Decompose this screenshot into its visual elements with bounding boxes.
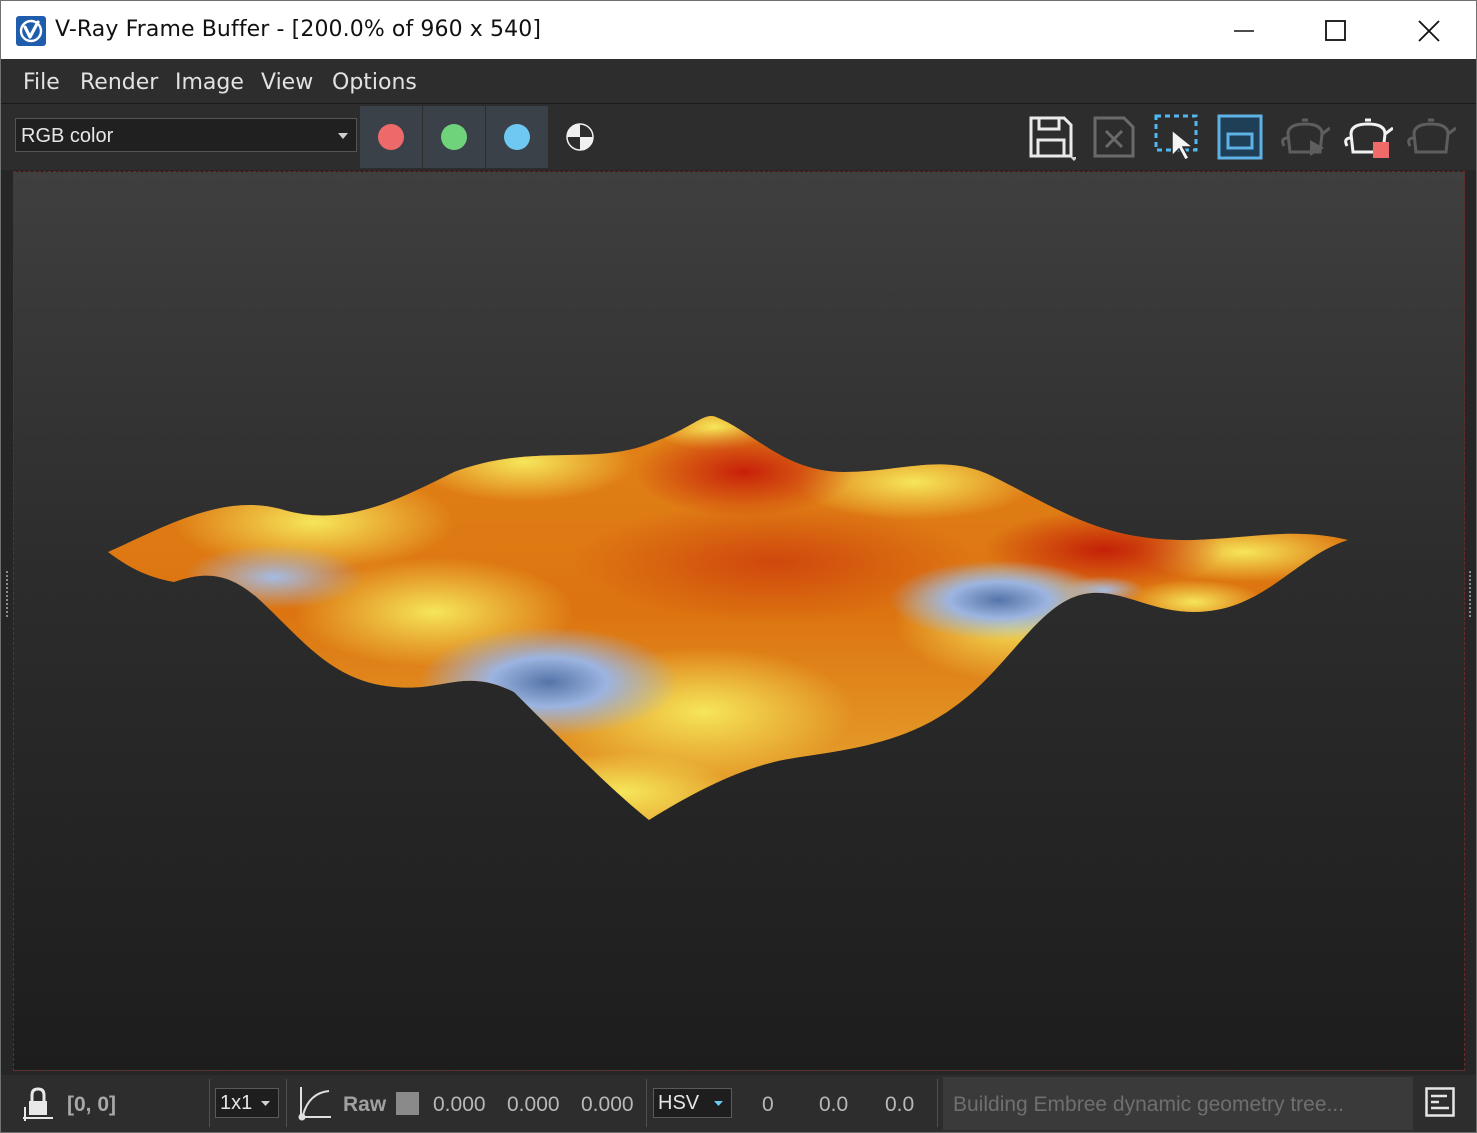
color-swatch <box>396 1092 419 1115</box>
minimize-button[interactable] <box>1199 1 1289 59</box>
show-image-icon[interactable] <box>1215 112 1265 162</box>
green-dot-icon <box>441 124 467 150</box>
sample-size-value: 1x1 <box>220 1092 253 1114</box>
close-icon <box>1418 20 1440 42</box>
blue-channel-button[interactable] <box>486 106 548 168</box>
separator <box>646 1079 647 1127</box>
green-value: 0.000 <box>507 1093 560 1116</box>
blue-value: 0.000 <box>581 1093 634 1116</box>
maximize-button[interactable] <box>1290 1 1380 59</box>
menu-view[interactable]: View <box>261 70 313 95</box>
render-interactive-icon[interactable] <box>1280 112 1330 162</box>
sample-size-select[interactable]: 1x1 <box>215 1088 279 1118</box>
separator <box>937 1079 938 1127</box>
chevron-down-icon <box>338 133 348 139</box>
menu-render[interactable]: Render <box>80 70 158 95</box>
region-render-icon[interactable] <box>1152 112 1202 162</box>
right-resize-grip-icon[interactable] <box>1468 571 1472 617</box>
save-image-icon[interactable] <box>1026 112 1076 162</box>
render-icon[interactable] <box>1406 112 1456 162</box>
alpha-channel-icon[interactable] <box>565 122 595 152</box>
chevron-down-icon <box>714 1101 723 1106</box>
clear-image-icon[interactable] <box>1090 112 1140 162</box>
red-value: 0.000 <box>433 1093 486 1116</box>
menu-image[interactable]: Image <box>175 70 244 95</box>
color-mode-value: HSV <box>658 1092 700 1114</box>
status-message-box: Building Embree dynamic geometry tree... <box>943 1077 1413 1130</box>
chevron-down-icon <box>261 1101 270 1106</box>
vfb-window: V-Ray Frame Buffer - [200.0% of 960 x 54… <box>0 0 1477 1133</box>
status-bar: [0, 0] 1x1 Raw 0.000 0.000 0.000 HSV 0 0… <box>1 1075 1476 1132</box>
menu-options[interactable]: Options <box>332 70 417 95</box>
rendered-wavy-surface <box>108 416 1348 821</box>
minimize-icon <box>1234 30 1254 32</box>
pixel-coords: [0, 0] <box>67 1093 117 1116</box>
channel-select[interactable]: RGB color <box>15 118 357 152</box>
saturation-value: 0.0 <box>819 1093 849 1116</box>
log-panel-icon[interactable] <box>1425 1087 1455 1117</box>
lock-pixel-icon[interactable] <box>21 1085 55 1121</box>
separator <box>209 1079 210 1127</box>
menu-file[interactable]: File <box>23 70 60 95</box>
blue-dot-icon <box>504 124 530 150</box>
color-curve-icon[interactable] <box>297 1085 333 1121</box>
menu-bar: File Render Image View Options <box>1 59 1476 104</box>
value-value: 0.0 <box>885 1093 915 1116</box>
toolbar: RGB color <box>1 104 1476 170</box>
separator <box>286 1079 287 1127</box>
left-resize-grip-icon[interactable] <box>5 571 9 617</box>
channel-select-value: RGB color <box>21 125 114 147</box>
stop-render-icon[interactable] <box>1343 112 1393 162</box>
render-viewport[interactable] <box>13 171 1465 1071</box>
title-bar: V-Ray Frame Buffer - [200.0% of 960 x 54… <box>1 1 1476 59</box>
green-channel-button[interactable] <box>423 106 485 168</box>
close-button[interactable] <box>1383 1 1473 59</box>
status-message: Building Embree dynamic geometry tree... <box>953 1093 1345 1116</box>
hue-value: 0 <box>762 1093 774 1116</box>
raw-label: Raw <box>343 1093 387 1116</box>
color-mode-select[interactable]: HSV <box>653 1088 732 1118</box>
window-title: V-Ray Frame Buffer - [200.0% of 960 x 54… <box>55 17 541 42</box>
vray-logo-icon <box>16 16 46 46</box>
red-channel-button[interactable] <box>360 106 422 168</box>
red-dot-icon <box>378 124 404 150</box>
maximize-icon <box>1325 20 1346 41</box>
